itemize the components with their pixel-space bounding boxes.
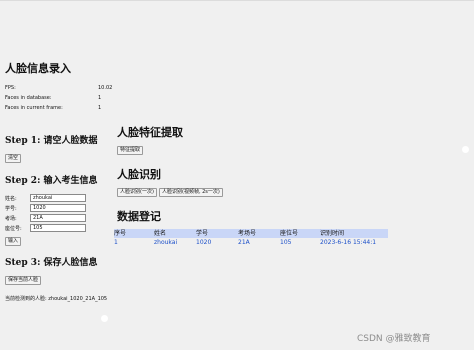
faces-db-value: 1 (98, 95, 102, 101)
faces-db-label: Faces in database: (5, 95, 52, 101)
name-input[interactable]: zhoukai (30, 194, 86, 202)
table-header-row: 序号 姓名 学号 考场号 座位号 识别时间 (114, 229, 388, 238)
student-id-label: 学号: (5, 206, 17, 212)
table-row[interactable]: 1 zhoukai 1020 21A 105 2023-6-16 15:44:1 (114, 238, 388, 247)
cell-name: zhoukai (154, 239, 178, 246)
col-header: 姓名 (154, 230, 167, 237)
cell-exam-room: 21A (238, 239, 250, 246)
feature-extract-title: 人脸特征提取 (117, 126, 183, 139)
input-button[interactable]: 输入 (5, 237, 22, 246)
decorative-dot (101, 315, 108, 322)
register-table: 序号 姓名 学号 考场号 座位号 识别时间 1 zhoukai 1020 21A… (114, 229, 388, 247)
current-face-status: 当前检测到的人脸: zhoukai_1020_21A_105 (5, 296, 108, 302)
exam-room-label: 考场: (5, 216, 17, 222)
faces-frame-label: Faces in current frame: (5, 105, 63, 111)
step2-title: Step 2: 输入考生信息 (5, 176, 98, 186)
top-border (0, 0, 474, 1)
face-entry-title: 人脸信息录入 (5, 62, 71, 75)
fps-label: FPS: (5, 85, 16, 91)
faces-frame-value: 1 (98, 105, 102, 111)
step1-title: Step 1: 请空人脸数据 (5, 136, 98, 146)
student-id-input[interactable]: 1020 (30, 204, 86, 212)
step3-title: Step 3: 保存人脸信息 (5, 258, 98, 268)
cell-index: 1 (114, 239, 118, 246)
fps-value: 10.02 (98, 85, 113, 91)
col-header: 序号 (114, 230, 127, 237)
cell-seat-number: 105 (280, 239, 292, 246)
save-face-button[interactable]: 保存当前人脸 (5, 276, 42, 285)
col-header: 识别时间 (320, 230, 345, 237)
decorative-dot (462, 146, 469, 153)
clear-button[interactable]: 清空 (5, 154, 22, 163)
seat-number-input[interactable]: 105 (30, 224, 86, 232)
name-label: 姓名: (5, 196, 17, 202)
col-header: 考场号 (238, 230, 257, 237)
csdn-watermark: CSDN @雅致教育 (357, 334, 431, 344)
recognize-video-button[interactable]: 人脸识别(视频帧, 2s一次) (159, 188, 223, 197)
recognize-once-button[interactable]: 人脸识别(一次) (117, 188, 157, 197)
feature-extract-button[interactable]: 特征提取 (117, 146, 144, 155)
data-register-title: 数据登记 (117, 210, 161, 223)
exam-room-input[interactable]: 21A (30, 214, 86, 222)
cell-student-id: 1020 (196, 239, 212, 246)
col-header: 学号 (196, 230, 209, 237)
seat-number-label: 座位号: (5, 226, 22, 232)
col-header: 座位号 (280, 230, 299, 237)
cell-recognition-time: 2023-6-16 15:44:1 (320, 239, 377, 246)
face-recognition-title: 人脸识别 (117, 168, 161, 181)
